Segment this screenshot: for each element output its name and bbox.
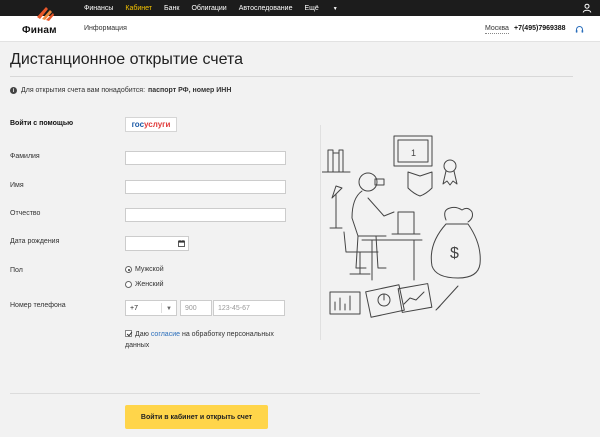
page-title: Дистанционное открытие счета (10, 51, 244, 68)
lamp-icon (329, 185, 343, 229)
gosuslugi-logo-part2: услуги (144, 120, 171, 129)
info-link[interactable]: Информация (84, 25, 127, 32)
person-icon (351, 172, 395, 269)
login-with-label: Войти с помощью (10, 120, 74, 127)
footer-divider (10, 393, 480, 394)
nav-item-more-label: Ещё (304, 4, 319, 12)
radio-checked-icon (125, 266, 132, 273)
phone-area-code-field[interactable]: 900 (180, 300, 212, 316)
nav-item-bonds[interactable]: Облигации (191, 5, 226, 12)
radio-unchecked-icon (125, 281, 132, 288)
firstname-label: Имя (10, 182, 24, 189)
calendar-icon[interactable] (178, 240, 185, 247)
gender-male-radio[interactable]: Мужской (125, 266, 164, 273)
info-icon: i (10, 87, 17, 94)
checkbox-checked-icon (125, 330, 132, 337)
certificate-icon: 1 (393, 135, 433, 167)
gender-male-label: Мужской (135, 266, 164, 273)
support-phone: +7(495)7969388 (514, 25, 566, 32)
consent-link[interactable]: согласие (151, 331, 180, 338)
bar-chart-icon (329, 291, 361, 315)
finam-logo[interactable]: Финам (22, 2, 66, 40)
birthdate-label: Дата рождения (10, 238, 60, 245)
svg-text:1: 1 (411, 148, 416, 158)
phone-country-code-select[interactable]: +7 ▼ (125, 300, 177, 316)
consent-checkbox[interactable]: Даю согласие на обработку персональных д… (125, 329, 275, 351)
pen-icon (435, 285, 459, 311)
nav-item-finance[interactable]: Финансы (84, 5, 113, 12)
lastname-label: Фамилия (10, 153, 40, 160)
gender-label: Пол (10, 267, 23, 274)
column-divider (320, 125, 321, 340)
nav-item-cabinet[interactable]: Кабинет (125, 5, 152, 12)
phone-area-placeholder: 900 (185, 304, 197, 312)
submit-button[interactable]: Войти в кабинет и открыть счет (125, 405, 268, 429)
middlename-label: Отчество (10, 210, 41, 217)
gender-female-label: Женский (135, 281, 164, 288)
user-icon[interactable] (582, 3, 592, 13)
phone-number-placeholder: 123-45-67 (218, 304, 250, 312)
chevron-down-icon: ▼ (332, 5, 338, 12)
books-icon (322, 149, 351, 173)
lastname-field[interactable] (125, 151, 286, 165)
money-bag-icon: $ (430, 206, 481, 279)
note-documents: паспорт РФ, номер ИНН (148, 87, 232, 94)
phone-number-field[interactable]: 123-45-67 (213, 300, 285, 316)
top-navigation-bar: Финансы Кабинет Банк Облигации Автоследо… (0, 0, 600, 16)
city-selector[interactable]: Москва (485, 25, 509, 34)
gender-female-radio[interactable]: Женский (125, 281, 164, 288)
chevron-down-icon: ▼ (166, 306, 172, 312)
top-nav-menu: Финансы Кабинет Банк Облигации Автоследо… (84, 0, 362, 16)
title-divider (10, 76, 573, 77)
phone-country-code-value: +7 (130, 304, 138, 312)
site-header: Финам Информация Москва +7(495)7969388 (0, 7, 600, 42)
headset-icon[interactable] (575, 25, 584, 34)
office-illustration: 1 $ (322, 135, 481, 318)
note-prefix: Для открытия счета вам понадобится: (21, 87, 146, 94)
firstname-field[interactable] (125, 180, 286, 194)
consent-prefix: Даю (135, 331, 149, 338)
finam-logo-mark-icon (37, 7, 54, 21)
gosuslugi-login-button[interactable]: гос услуги (125, 117, 177, 132)
desk-icon (361, 211, 423, 281)
logo-text: Финам (22, 25, 57, 36)
line-chart-icon (397, 283, 433, 313)
birthdate-field[interactable] (125, 236, 189, 251)
documents-note: i Для открытия счета вам понадобится: па… (10, 87, 231, 94)
medal-icon (442, 159, 458, 186)
nav-item-bank[interactable]: Банк (164, 5, 179, 12)
shield-icon (407, 171, 433, 197)
svg-text:$: $ (450, 245, 459, 262)
select-separator (161, 303, 162, 313)
nav-item-more[interactable]: Ещё ▼ (304, 5, 349, 12)
phone-label: Номер телефона (10, 302, 66, 309)
nav-item-autofollow[interactable]: Автоследование (239, 5, 293, 12)
middlename-field[interactable] (125, 208, 286, 222)
gosuslugi-logo-part1: гос (131, 120, 145, 129)
